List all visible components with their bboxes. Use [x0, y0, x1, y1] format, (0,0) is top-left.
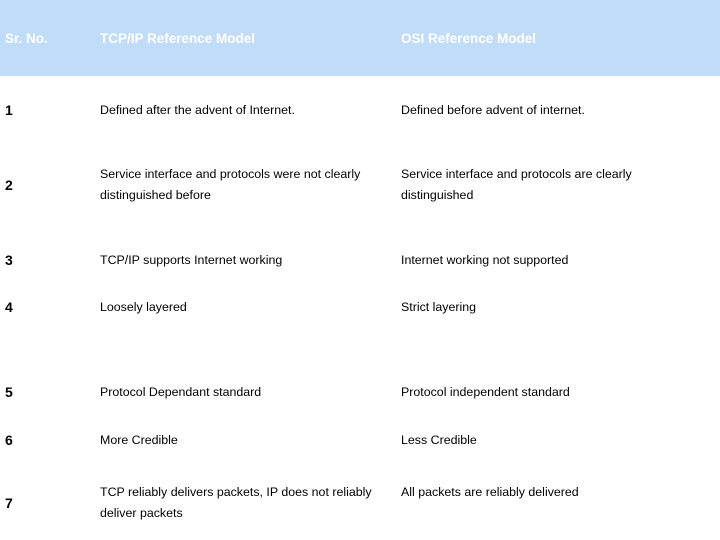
column-header-sr-no: Sr. No.: [5, 31, 48, 46]
row-number: 6: [5, 432, 13, 448]
cell-osi: Less Credible: [401, 433, 477, 447]
table-body: 1 Defined after the advent of Internet. …: [0, 76, 720, 540]
cell-osi: Protocol independent standard: [401, 385, 570, 399]
row-number: 4: [5, 299, 13, 315]
table-row: 1 Defined after the advent of Internet. …: [0, 100, 720, 146]
column-header-osi-reference-model: OSI Reference Model: [401, 31, 537, 46]
cell-osi: All packets are reliably delivered: [401, 485, 579, 499]
cell-tcpip: Loosely layered: [100, 300, 187, 314]
row-number: 3: [5, 252, 13, 268]
table-row: 6 More Credible Less Credible: [0, 430, 720, 466]
cell-tcpip: Protocol Dependant standard: [100, 385, 262, 399]
table-row: 4 Loosely layered Strict layering: [0, 297, 720, 333]
cell-tcpip: Service interface and protocols were not…: [100, 167, 361, 202]
column-header-tcpip-reference-model: TCP/IP Reference Model: [100, 31, 256, 46]
cell-tcpip: TCP reliably delivers packets, IP does n…: [100, 485, 372, 520]
row-number: 1: [5, 102, 13, 118]
cell-tcpip: More Credible: [100, 433, 178, 447]
cell-osi: Strict layering: [401, 300, 477, 314]
cell-osi: Internet working not supported: [401, 253, 569, 267]
cell-tcpip: TCP/IP supports Internet working: [100, 253, 283, 267]
cell-tcpip: Defined after the advent of Internet.: [100, 103, 295, 117]
table-row: 5 Protocol Dependant standard Protocol i…: [0, 382, 720, 418]
cell-osi: Defined before advent of internet.: [401, 103, 585, 117]
table-row: 7 TCP reliably delivers packets, IP does…: [0, 482, 720, 538]
row-number: 7: [5, 495, 13, 511]
table-row: 2 Service interface and protocols were n…: [0, 164, 720, 220]
table-header-row: Sr. No. TCP/IP Reference Model OSI Refer…: [0, 0, 720, 76]
table-row: 3 TCP/IP supports Internet working Inter…: [0, 250, 720, 286]
cell-osi: Service interface and protocols are clea…: [401, 167, 632, 202]
comparison-table-slide: Sr. No. TCP/IP Reference Model OSI Refer…: [0, 0, 720, 540]
row-number: 5: [5, 384, 13, 400]
row-number: 2: [5, 177, 13, 193]
